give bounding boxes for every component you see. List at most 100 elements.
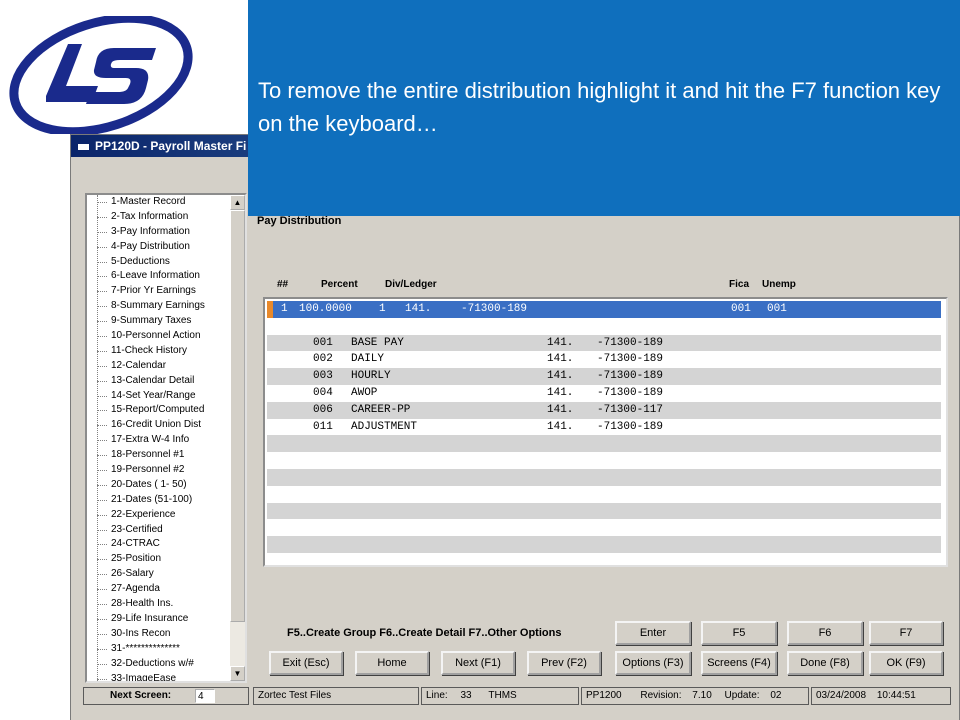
detail-cell-code: 001 xyxy=(313,336,333,349)
tree-item[interactable]: 31-************** xyxy=(87,642,233,657)
detail-row[interactable]: 011 ADJUSTMENT 141. -71300-189 xyxy=(267,419,941,436)
update-label: Update: xyxy=(724,690,760,701)
update-value: 02 xyxy=(770,690,782,701)
tree-item[interactable]: 12-Calendar xyxy=(87,359,233,374)
status-bar: Next Screen: Zortec Test Files Line: 33 … xyxy=(71,687,959,720)
tree-item[interactable]: 15-Report/Computed xyxy=(87,403,233,418)
tree-list: 1-Master Record 2-Tax Information 3-Pay In… xyxy=(87,195,233,681)
tree-item[interactable]: 10-Personnel Action xyxy=(87,329,233,344)
tree-item[interactable]: 14-Set Year/Range xyxy=(87,389,233,404)
function-key-hint: F5..Create Group F6..Create Detail F7..O… xyxy=(287,627,562,639)
detail-cell-desc: CAREER-PP xyxy=(351,403,411,416)
payroll-master-window: PP120D - Payroll Master Fi 1-Master Reco… xyxy=(70,134,960,720)
col-header-unemp: Unemp xyxy=(762,279,796,290)
empty-row[interactable] xyxy=(267,502,941,520)
scroll-down-arrow-icon[interactable]: ▼ xyxy=(230,666,245,681)
tree-item[interactable]: 2-Tax Information xyxy=(87,210,233,225)
f5-button[interactable]: F5 xyxy=(701,621,777,645)
empty-row[interactable] xyxy=(267,536,941,553)
detail-cell-desc: HOURLY xyxy=(351,370,391,383)
detail-cell-code: 002 xyxy=(313,353,333,366)
tree-item[interactable]: 4-Pay Distribution xyxy=(87,240,233,255)
tree-item[interactable]: 5-Deductions xyxy=(87,255,233,270)
window-title: PP120D - Payroll Master Fi xyxy=(95,139,247,153)
tree-item[interactable]: 32-Deductions w/# xyxy=(87,657,233,672)
ok-button[interactable]: OK (F9) xyxy=(869,651,943,675)
home-button[interactable]: Home xyxy=(355,651,429,675)
program-name: PP1200 xyxy=(586,690,622,701)
col-header-percent: Percent xyxy=(321,279,358,290)
scroll-thumb[interactable] xyxy=(230,210,245,622)
tree-item[interactable]: 1-Master Record xyxy=(87,195,233,210)
detail-row[interactable]: 003 HOURLY 141. -71300-189 xyxy=(267,368,941,385)
detail-row[interactable]: 006 CAREER-PP 141. -71300-117 xyxy=(267,401,941,419)
detail-cell-code: 006 xyxy=(313,403,333,416)
tree-item[interactable]: 27-Agenda xyxy=(87,582,233,597)
detail-cell-acct: -71300-189 xyxy=(597,370,664,383)
tree-item[interactable]: 13-Calendar Detail xyxy=(87,374,233,389)
tree-item[interactable]: 16-Credit Union Dist xyxy=(87,418,233,433)
empty-row[interactable] xyxy=(267,435,941,453)
window-icon xyxy=(77,140,90,151)
f6-button[interactable]: F6 xyxy=(787,621,863,645)
empty-row[interactable] xyxy=(267,452,941,469)
detail-cell-desc: DAILY xyxy=(351,353,385,366)
done-button[interactable]: Done (F8) xyxy=(787,651,863,675)
tree-item[interactable]: 8-Summary Earnings xyxy=(87,299,233,314)
detail-cell-ledger: 141. xyxy=(547,370,574,383)
tree-item[interactable]: 25-Position xyxy=(87,552,233,567)
tree-scrollbar[interactable]: ▲ ▼ xyxy=(230,195,245,681)
tree-item[interactable]: 29-Life Insurance xyxy=(87,612,233,627)
revision-label: Revision: xyxy=(640,690,682,701)
screens-button[interactable]: Screens (F4) xyxy=(701,651,777,675)
company-logo xyxy=(9,16,193,134)
detail-cell-acct: -71300-189 xyxy=(597,336,664,349)
line-label: Line: xyxy=(426,690,448,701)
program-info: PP1200 Revision: 7.10 Update: 02 xyxy=(581,687,809,705)
next-screen-label: Next Screen: xyxy=(83,687,249,705)
tree-item[interactable]: 18-Personnel #1 xyxy=(87,448,233,463)
detail-row[interactable]: 001 BASE PAY 141. -71300-189 xyxy=(267,334,941,352)
tree-item[interactable]: 11-Check History xyxy=(87,344,233,359)
empty-row[interactable] xyxy=(267,486,941,503)
next-button[interactable]: Next (F1) xyxy=(441,651,515,675)
detail-cell-acct: -71300-189 xyxy=(597,353,664,366)
tree-item[interactable]: 17-Extra W-4 Info xyxy=(87,433,233,448)
pay-distribution-panel: Pay Distribution ## Percent Div/Ledger F… xyxy=(257,193,948,663)
tree-item[interactable]: 23-Certified xyxy=(87,523,233,538)
tree-item[interactable]: 24-CTRAC xyxy=(87,537,233,552)
tree-item[interactable]: 6-Leave Information xyxy=(87,269,233,284)
tree-item[interactable]: 20-Dates ( 1- 50) xyxy=(87,478,233,493)
instruction-callout: To remove the entire distribution highli… xyxy=(248,0,960,216)
exit-button[interactable]: Exit (Esc) xyxy=(269,651,343,675)
tree-item[interactable]: 7-Prior Yr Earnings xyxy=(87,284,233,299)
detail-cell-ledger: 141. xyxy=(547,336,574,349)
detail-cell-ledger: 141. xyxy=(547,353,574,366)
tree-item[interactable]: 28-Health Ins. xyxy=(87,597,233,612)
detail-cell-code: 004 xyxy=(313,387,333,399)
detail-row[interactable]: 004 AWOP 141. -71300-189 xyxy=(267,385,941,402)
tree-item[interactable]: 33-ImageEase xyxy=(87,672,233,681)
distribution-grid[interactable]: 1 100.0000 1 141. -71300-189 001 001 001… xyxy=(263,297,948,567)
options-button[interactable]: Options (F3) xyxy=(615,651,691,675)
enter-button[interactable]: Enter xyxy=(615,621,691,645)
prev-button[interactable]: Prev (F2) xyxy=(527,651,601,675)
scroll-up-arrow-icon[interactable]: ▲ xyxy=(230,195,245,210)
distribution-row-selected[interactable]: 1 100.0000 1 141. -71300-189 001 001 xyxy=(267,301,941,318)
detail-cell-desc: BASE PAY xyxy=(351,336,404,349)
tree-item[interactable]: 30-Ins Recon xyxy=(87,627,233,642)
tree-item[interactable]: 21-Dates (51-100) xyxy=(87,493,233,508)
tree-item[interactable]: 9-Summary Taxes xyxy=(87,314,233,329)
tree-item[interactable]: 26-Salary xyxy=(87,567,233,582)
user-id: THMS xyxy=(488,690,517,701)
detail-cell-ledger: 141. xyxy=(547,420,574,433)
tree-item[interactable]: 22-Experience xyxy=(87,508,233,523)
f7-button[interactable]: F7 xyxy=(869,621,943,645)
tree-item[interactable]: 3-Pay Information xyxy=(87,225,233,240)
next-screen-input[interactable] xyxy=(195,689,215,703)
empty-row[interactable] xyxy=(267,519,941,536)
tree-item[interactable]: 19-Personnel #2 xyxy=(87,463,233,478)
empty-row[interactable] xyxy=(267,469,941,486)
screen-tree[interactable]: 1-Master Record 2-Tax Information 3-Pay In… xyxy=(85,193,247,683)
detail-row[interactable]: 002 DAILY 141. -71300-189 xyxy=(267,351,941,368)
